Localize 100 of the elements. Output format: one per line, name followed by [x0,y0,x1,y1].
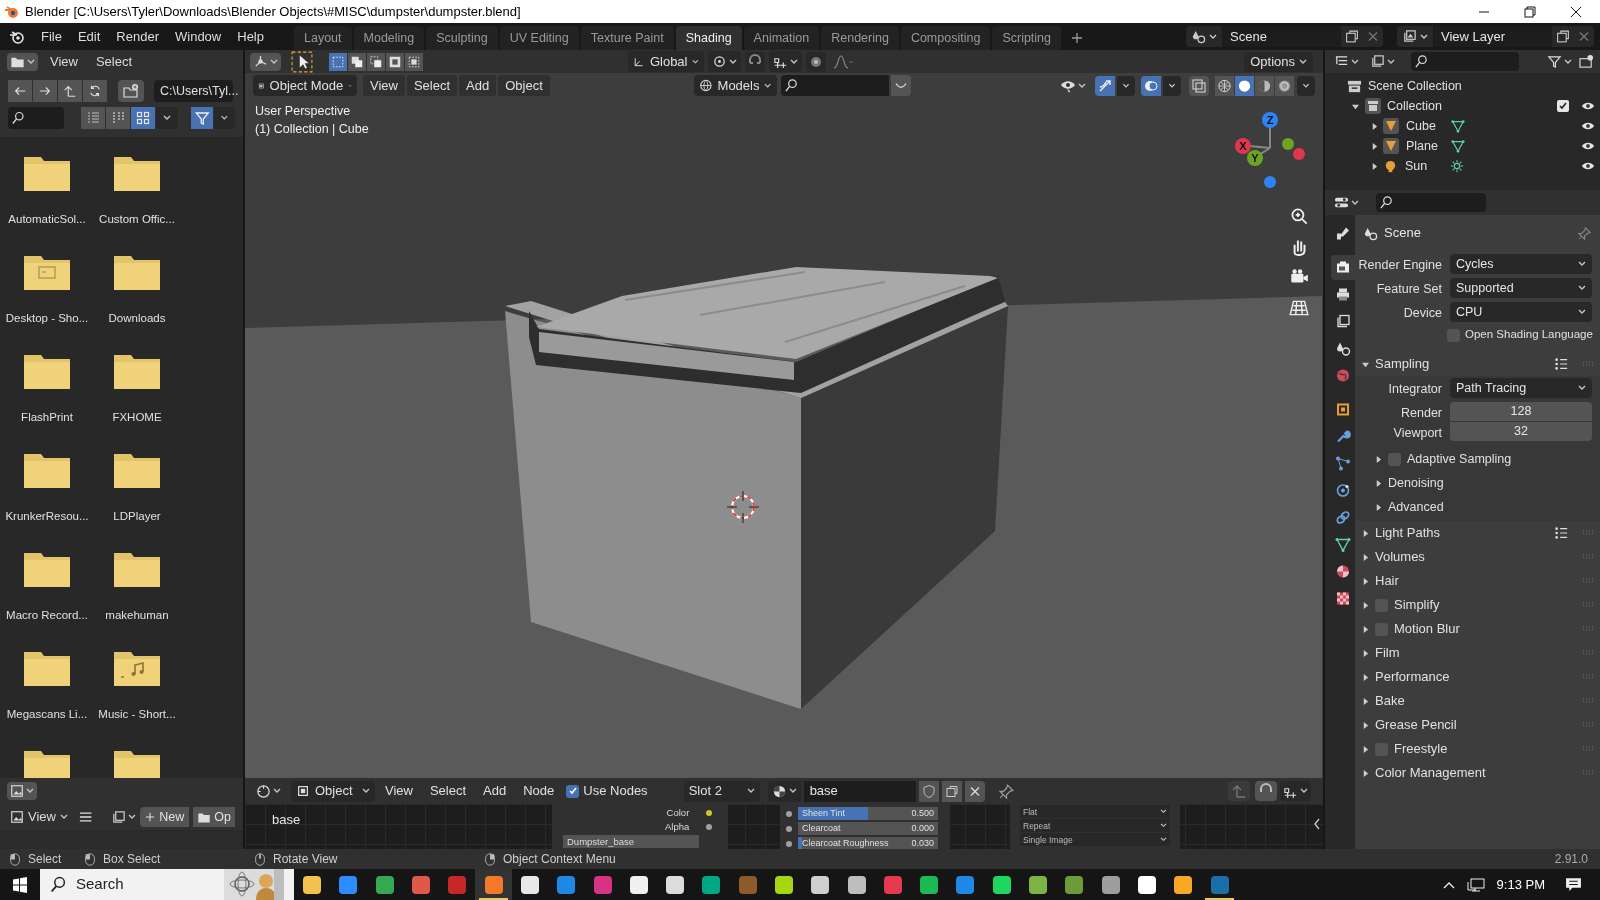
panel-header[interactable]: Color Management [1355,761,1600,785]
outliner-row[interactable]: Plane [1325,136,1600,156]
workspace-tab[interactable]: Sculpting [426,26,498,50]
image-option-dropdown[interactable]: Flat [1020,805,1170,818]
slider-field[interactable]: Sheen Tint 0.500 [798,807,938,820]
workspace-tab[interactable]: Layout [294,26,352,50]
view-dropdown[interactable]: View [8,807,70,827]
menu-item[interactable]: Select [406,75,458,96]
menu-item[interactable]: View [44,51,84,72]
panel-header[interactable]: Film [1355,641,1600,665]
render-engine-dropdown[interactable]: Cycles [1450,254,1592,274]
axis-label: Y [1251,152,1259,164]
view-layer-field[interactable]: View Layer [1434,26,1552,47]
integrator-dropdown[interactable]: Path Tracing [1450,378,1592,398]
workspace-tab[interactable]: Texture Paint [580,26,674,50]
field-label: Render Engine [1358,258,1442,272]
outliner-row[interactable]: Sun [1325,156,1600,176]
field-value: 128 [1510,403,1532,421]
version-text: 2.91.0 [1554,851,1588,868]
outliner-row[interactable]: Cube [1325,116,1600,136]
menu-item[interactable]: Object [498,75,550,96]
panel-header[interactable]: Bake [1355,689,1600,713]
mode-dropdown[interactable]: Object Mode [253,75,357,96]
menu-item[interactable]: Help [229,26,272,47]
image-option-dropdown[interactable]: Single Image [1020,833,1170,846]
principled-node[interactable]: Sheen Tint 0.500 Clearcoat 0.000 Clearcoat Roughness 0.030 [780,804,950,849]
menu-item[interactable]: Select [422,781,474,801]
checkbox-label: Use Nodes [583,782,648,801]
folder-entry[interactable]: Custom Offic... [93,149,181,248]
status-text: Box Select [103,851,161,868]
outliner-row[interactable]: Collection [1325,96,1600,116]
workspace-tab[interactable]: Rendering [821,26,899,50]
panel-header[interactable]: Sampling [1355,352,1600,376]
panel-header[interactable]: Motion Blur [1355,617,1600,641]
panel-header[interactable]: Light Paths [1355,521,1600,545]
menu-item[interactable]: Node [516,781,562,801]
workspace-tab[interactable]: Scripting [992,26,1061,50]
scene-field[interactable]: Scene [1223,26,1341,47]
image-name-field[interactable]: Dumpster_base [563,835,699,848]
device-dropdown[interactable]: CPU [1450,302,1592,322]
folder-entry[interactable]: Desktop - Sho... [3,248,91,347]
menu-item[interactable]: Window [167,26,230,47]
panel-header[interactable]: Grease Pencil [1355,713,1600,737]
workspace-tab[interactable]: UV Editing [499,26,579,50]
panel-header[interactable]: Performance [1355,665,1600,689]
panel-header[interactable]: Simplify [1355,593,1600,617]
feature-set-dropdown[interactable]: Supported [1450,278,1592,298]
menu-item[interactable]: View [378,781,420,801]
panel-title: Film [1375,644,1400,663]
menu-item[interactable]: View [363,75,405,96]
folder-entry[interactable]: Megascans Li... [3,644,91,743]
outliner-row[interactable]: Scene Collection [1325,76,1600,96]
slot-dropdown[interactable]: Slot 2 [683,780,760,802]
panel-header[interactable]: Volumes [1355,545,1600,569]
use-nodes-checkbox[interactable]: Use Nodes [566,781,648,801]
subpanel-header[interactable]: Adaptive Sampling [1355,447,1600,471]
subpanel-header[interactable]: Advanced [1355,495,1600,519]
orientation-dropdown[interactable]: Global [628,51,705,72]
osl-checkbox[interactable]: Open Shading Language [1355,324,1600,346]
menu-item[interactable]: File [33,26,70,47]
subpanel-header[interactable]: Denoising [1355,471,1600,495]
axis-label: X [1239,140,1247,152]
menu-item[interactable]: Add [459,75,497,96]
menu-item[interactable]: Edit [69,26,109,47]
search-field[interactable]: Search [40,869,294,900]
folder-entry[interactable]: LDPlayer [93,446,181,545]
workspace-tab[interactable]: Shading [675,26,742,50]
status-text: Rotate View [273,851,338,868]
clock-text: 9:13 PM [1496,875,1545,894]
panel-header[interactable]: Hair [1355,569,1600,593]
menu-item[interactable]: Render [108,26,167,47]
folder-entry[interactable]: KrunkerResou... [3,446,91,545]
material-name-field[interactable]: base [803,780,916,802]
slider-field[interactable]: Clearcoat 0.000 [798,822,938,835]
slider-field[interactable]: Clearcoat Roughness 0.030 [798,837,938,849]
image-option-dropdown[interactable]: Repeat [1020,819,1170,832]
folder-entry[interactable]: Downloads [93,248,181,347]
folder-entry[interactable]: AutomaticSol... [3,149,91,248]
folder-entry[interactable]: makehuman [93,545,181,644]
number-field[interactable]: 32 [1450,422,1592,441]
shader-type-dropdown[interactable]: Object [291,780,375,802]
dropdown-label: View [28,808,56,827]
workspace-tab[interactable]: Compositing [900,26,991,50]
folder-entry[interactable]: FlashPrint [3,347,91,446]
new-image-button[interactable]: New [140,807,190,827]
options-dropdown[interactable]: Options [1244,51,1313,72]
folder-entry[interactable]: Macro Record... [3,545,91,644]
collection-filter-dropdown[interactable]: Models [693,75,777,96]
menu-item[interactable]: Select [89,51,139,72]
workspace-tab[interactable]: Animation [743,26,820,50]
panel-title: Freestyle [1394,740,1448,759]
folder-entry[interactable]: Music - Short... [93,644,181,743]
folder-entry[interactable]: FXHOME [93,347,181,446]
menu-item[interactable]: Add [476,781,514,801]
open-image-button[interactable]: Op [193,807,235,827]
image-texture-node[interactable]: Color Alpha Dumpster_base [552,804,728,849]
number-field[interactable]: 128 [1450,402,1592,421]
workspace-tab[interactable]: Modeling [353,26,425,50]
field-label: Device [1403,306,1442,320]
panel-header[interactable]: Freestyle [1355,737,1600,761]
